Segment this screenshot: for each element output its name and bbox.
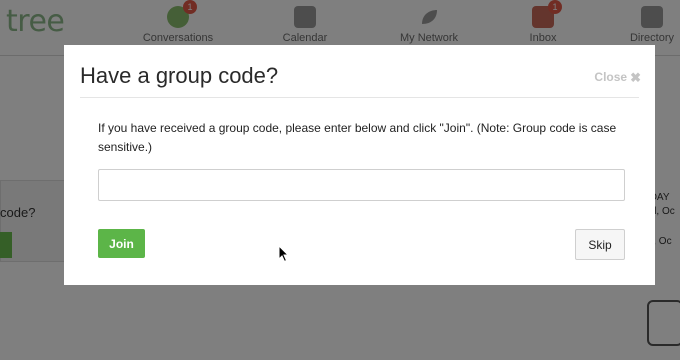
modal-instructions: If you have received a group code, pleas… — [98, 121, 617, 154]
modal-divider — [80, 97, 639, 98]
group-code-input[interactable] — [98, 169, 625, 201]
mouse-pointer-icon — [278, 245, 290, 263]
group-code-modal: Have a group code? Close ✖ If you have r… — [64, 45, 655, 285]
join-button[interactable]: Join — [98, 229, 145, 258]
skip-button[interactable]: Skip — [575, 229, 625, 260]
close-icon: ✖ — [630, 69, 641, 85]
modal-title: Have a group code? — [80, 63, 279, 88]
close-label: Close — [594, 70, 628, 84]
close-button[interactable]: Close ✖ — [594, 70, 641, 84]
